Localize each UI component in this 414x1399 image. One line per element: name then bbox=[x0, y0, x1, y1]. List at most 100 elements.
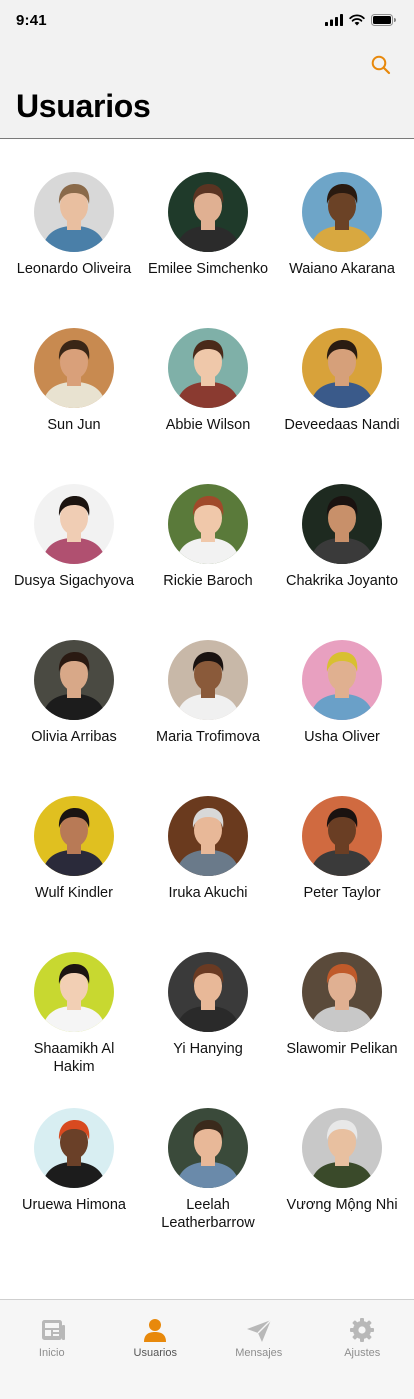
battery-icon bbox=[371, 14, 396, 26]
user-name: Deveedaas Nandi bbox=[284, 417, 400, 433]
avatar bbox=[302, 796, 382, 876]
avatar bbox=[302, 484, 382, 564]
user-item[interactable]: Yi Hanying bbox=[141, 952, 275, 1108]
search-icon bbox=[371, 55, 391, 75]
cellular-signal-icon bbox=[325, 14, 343, 26]
user-name: Sun Jun bbox=[47, 417, 101, 433]
avatar bbox=[302, 952, 382, 1032]
avatar bbox=[302, 640, 382, 720]
user-item[interactable]: Maria Trofimova bbox=[141, 640, 275, 796]
user-name: Leelah Leatherbarrow bbox=[161, 1197, 255, 1231]
wifi-icon bbox=[349, 14, 365, 26]
avatar bbox=[34, 952, 114, 1032]
user-name: Chakrika Joyanto bbox=[285, 573, 399, 589]
user-item[interactable]: Leelah Leatherbarrow bbox=[141, 1108, 275, 1264]
avatar bbox=[34, 796, 114, 876]
tab-usuarios[interactable]: Usuarios bbox=[104, 1300, 208, 1399]
user-item[interactable]: Dusya Sigachyova bbox=[7, 484, 141, 640]
avatar-photo bbox=[168, 796, 248, 876]
avatar-photo bbox=[34, 796, 114, 876]
user-item[interactable]: Leonardo Oliveira bbox=[7, 172, 141, 328]
avatar-photo bbox=[34, 328, 114, 408]
user-item[interactable]: Peter Taylor bbox=[275, 796, 409, 952]
user-name: Waiano Akarana bbox=[289, 261, 395, 277]
news-icon bbox=[41, 1320, 65, 1340]
user-name: Peter Taylor bbox=[303, 885, 381, 901]
avatar-photo bbox=[168, 328, 248, 408]
user-name: Usha Oliver bbox=[304, 729, 380, 745]
user-item[interactable]: Emilee Simchenko bbox=[141, 172, 275, 328]
user-name: Maria Trofimova bbox=[156, 729, 260, 745]
user-name: Olivia Arribas bbox=[31, 729, 117, 745]
tab-label: Ajustes bbox=[344, 1347, 381, 1359]
status-icons bbox=[325, 13, 396, 27]
user-item[interactable]: Olivia Arribas bbox=[7, 640, 141, 796]
user-name: Uruewa Himona bbox=[22, 1197, 126, 1213]
user-item[interactable]: Waiano Akarana bbox=[275, 172, 409, 328]
avatar bbox=[34, 1108, 114, 1188]
user-item[interactable]: Rickie Baroch bbox=[141, 484, 275, 640]
user-item[interactable]: Chakrika Joyanto bbox=[275, 484, 409, 640]
avatar-photo bbox=[302, 172, 382, 252]
avatar bbox=[168, 328, 248, 408]
user-name: Wulf Kindler bbox=[35, 885, 113, 901]
gear-icon bbox=[350, 1318, 375, 1342]
navigation-header: 9:41 Usuarios bbox=[0, 0, 414, 139]
user-name: Rickie Baroch bbox=[163, 573, 253, 589]
tab-label: Mensajes bbox=[235, 1347, 283, 1359]
avatar bbox=[168, 484, 248, 564]
user-name: Leonardo Oliveira bbox=[16, 261, 132, 277]
tab-ajustes[interactable]: Ajustes bbox=[311, 1300, 414, 1399]
avatar bbox=[302, 172, 382, 252]
avatar bbox=[168, 796, 248, 876]
user-item[interactable]: Iruka Akuchi bbox=[141, 796, 275, 952]
tab-mensajes[interactable]: Mensajes bbox=[207, 1300, 311, 1399]
avatar bbox=[34, 328, 114, 408]
user-item[interactable]: Deveedaas Nandi bbox=[275, 328, 409, 484]
status-time: 9:41 bbox=[16, 12, 47, 29]
user-name: Emilee Simchenko bbox=[147, 261, 269, 277]
avatar-photo bbox=[302, 484, 382, 564]
tab-label: Inicio bbox=[38, 1347, 65, 1359]
user-item[interactable]: Abbie Wilson bbox=[141, 328, 275, 484]
paper-plane-icon bbox=[246, 1319, 272, 1342]
search-button[interactable] bbox=[370, 54, 392, 76]
user-name: Yi Hanying bbox=[173, 1041, 243, 1057]
avatar-photo bbox=[34, 484, 114, 564]
avatar bbox=[302, 1108, 382, 1188]
avatar bbox=[168, 640, 248, 720]
avatar bbox=[34, 172, 114, 252]
user-item[interactable]: Wulf Kindler bbox=[7, 796, 141, 952]
avatar-photo bbox=[168, 484, 248, 564]
user-name: Shaamikh Al Hakim bbox=[33, 1041, 115, 1075]
page-title: Usuarios bbox=[16, 88, 151, 124]
avatar-photo bbox=[302, 952, 382, 1032]
avatar-photo bbox=[168, 1108, 248, 1188]
avatar-photo bbox=[34, 1108, 114, 1188]
user-item[interactable]: Vương Mộng Nhi bbox=[275, 1108, 409, 1264]
user-item[interactable]: Slawomir Pelikan bbox=[275, 952, 409, 1108]
tab-inicio[interactable]: Inicio bbox=[0, 1300, 104, 1399]
tab-label: Usuarios bbox=[133, 1347, 177, 1359]
avatar bbox=[302, 328, 382, 408]
user-item[interactable]: Shaamikh Al Hakim bbox=[7, 952, 141, 1108]
user-item[interactable]: Uruewa Himona bbox=[7, 1108, 141, 1264]
user-name: Iruka Akuchi bbox=[168, 885, 248, 901]
tab-bar: Inicio Usuarios Mensajes Ajustes bbox=[0, 1299, 414, 1399]
avatar-photo bbox=[302, 640, 382, 720]
user-name: Abbie Wilson bbox=[165, 417, 251, 433]
avatar bbox=[34, 640, 114, 720]
avatar-photo bbox=[34, 172, 114, 252]
avatar-photo bbox=[34, 640, 114, 720]
avatar-photo bbox=[168, 640, 248, 720]
avatar-photo bbox=[302, 328, 382, 408]
user-name: Slawomir Pelikan bbox=[286, 1041, 398, 1057]
user-name: Dusya Sigachyova bbox=[13, 573, 135, 589]
user-item[interactable]: Sun Jun bbox=[7, 328, 141, 484]
avatar bbox=[168, 1108, 248, 1188]
avatar bbox=[168, 172, 248, 252]
user-item[interactable]: Usha Oliver bbox=[275, 640, 409, 796]
avatar bbox=[168, 952, 248, 1032]
status-bar: 9:41 bbox=[0, 0, 414, 44]
avatar-photo bbox=[302, 1108, 382, 1188]
